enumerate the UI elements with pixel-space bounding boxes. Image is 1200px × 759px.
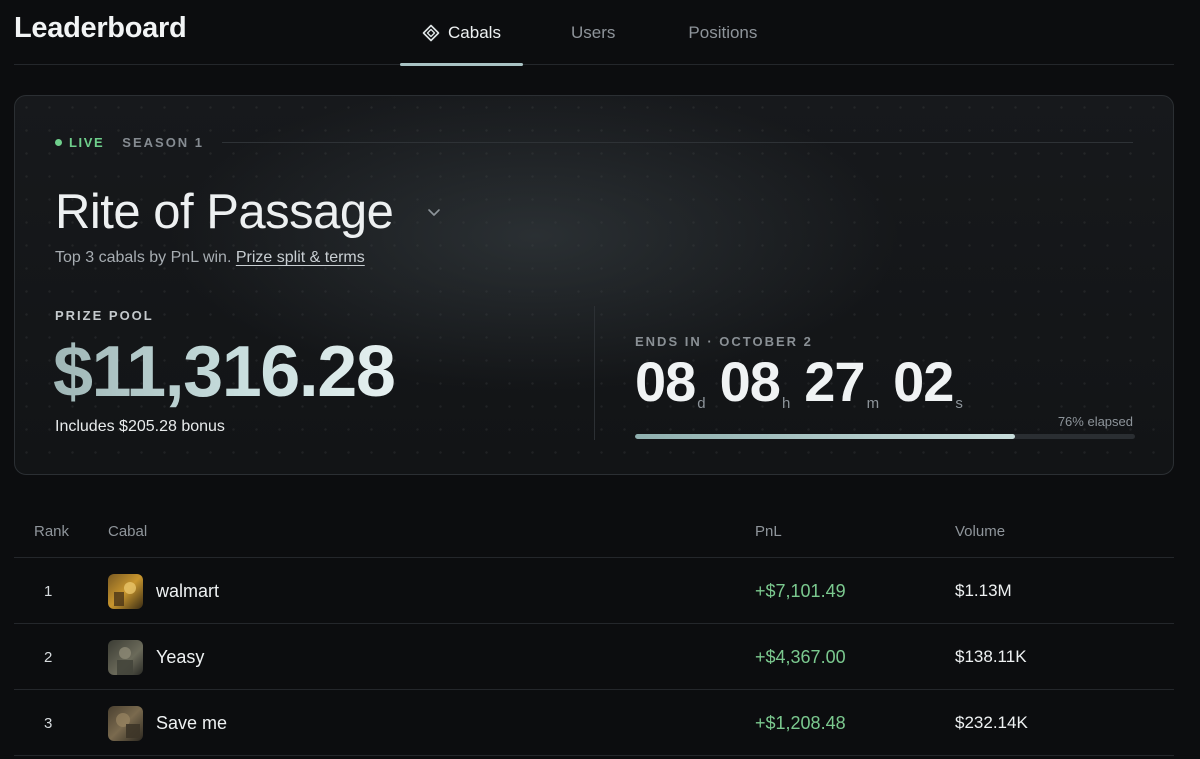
cabal-diamond-icon — [422, 24, 440, 41]
chevron-down-icon[interactable] — [426, 204, 442, 220]
table-header: Rank Cabal PnL Volume — [14, 507, 1174, 558]
countdown-hours: 08 h — [719, 350, 791, 413]
row-volume: $1.13M — [955, 581, 1012, 600]
card-divider — [594, 306, 595, 440]
table-row[interactable]: 1 walmart +$7,101.49 $1.13M — [14, 558, 1174, 624]
season-title: Rite of Passage — [55, 185, 394, 239]
season-status-row: LIVE SEASON 1 — [55, 134, 1133, 150]
countdown-minutes-unit: m — [866, 395, 880, 412]
tab-users[interactable]: Users — [571, 0, 615, 65]
season-label: SEASON 1 — [122, 134, 205, 150]
countdown-timer: 08 d 08 h 27 m 02 s — [635, 350, 977, 413]
row-rank: 3 — [44, 714, 53, 732]
column-header-cabal[interactable]: Cabal — [108, 523, 147, 540]
countdown-seconds-value: 02 — [893, 350, 954, 413]
avatar — [108, 573, 143, 609]
column-header-rank[interactable]: Rank — [34, 523, 69, 540]
row-volume: $138.11K — [955, 647, 1027, 666]
season-card: LIVE SEASON 1 Rite of Passage Top 3 caba… — [14, 95, 1174, 475]
prize-bonus: Includes $205.28 bonus — [55, 418, 225, 435]
season-subtitle: Top 3 cabals by PnL win. Prize split & t… — [55, 249, 365, 267]
tab-positions-label: Positions — [688, 22, 758, 42]
row-volume: $232.14K — [955, 713, 1028, 732]
page-title: Leaderboard — [14, 12, 187, 44]
cabal-name[interactable]: Save me — [156, 713, 227, 734]
countdown-seconds-unit: s — [955, 395, 963, 412]
row-rank: 1 — [44, 582, 53, 600]
cabal-name[interactable]: walmart — [156, 581, 219, 602]
row-rank: 2 — [44, 648, 53, 666]
leaderboard-page: Leaderboard Cabals Users Positions LIVE … — [0, 0, 1200, 759]
prize-pool-value: $11,316.28 — [53, 332, 396, 412]
row-pnl: +$1,208.48 — [755, 712, 846, 733]
countdown-minutes: 27 m — [804, 350, 880, 413]
avatar — [108, 639, 143, 675]
row-pnl: +$7,101.49 — [755, 580, 846, 601]
status-divider — [222, 141, 1133, 143]
table-row[interactable]: 2 Yeasy +$4,367.00 $138.11K — [14, 624, 1174, 690]
tab-positions[interactable]: Positions — [688, 0, 757, 65]
countdown-minutes-value: 27 — [804, 350, 865, 413]
prize-pool-label: PRIZE POOL — [55, 308, 154, 323]
avatar — [108, 705, 143, 741]
tab-cabals[interactable]: Cabals — [400, 0, 523, 66]
tab-cabals-label: Cabals — [448, 22, 501, 42]
countdown-days-value: 08 — [635, 350, 696, 413]
row-cabal: walmart — [108, 558, 219, 624]
countdown-seconds: 02 s — [893, 350, 963, 413]
column-header-pnl[interactable]: PnL — [755, 523, 782, 540]
countdown-days-unit: d — [697, 395, 706, 412]
leaderboard-table: Rank Cabal PnL Volume 1 walmart +$7,101.… — [14, 507, 1174, 756]
tab-users-label: Users — [571, 22, 616, 42]
countdown-days: 08 d — [635, 350, 706, 413]
countdown-hours-value: 08 — [719, 350, 781, 413]
row-cabal: Yeasy — [108, 624, 204, 690]
cabal-name[interactable]: Yeasy — [156, 647, 204, 668]
elapsed-label: 76% elapsed — [1057, 414, 1133, 429]
live-dot-icon — [55, 138, 62, 146]
live-badge: LIVE — [69, 134, 105, 150]
season-progress-fill — [635, 434, 1015, 439]
header: Leaderboard Cabals Users Positions — [14, 0, 1174, 66]
season-subtitle-text: Top 3 cabals by PnL win. — [55, 249, 236, 266]
countdown-hours-unit: h — [781, 395, 791, 412]
row-cabal: Save me — [108, 690, 227, 756]
prize-terms-link[interactable]: Prize split & terms — [236, 249, 365, 266]
row-pnl: +$4,367.00 — [755, 646, 846, 667]
season-progress-bar — [635, 434, 1135, 439]
tab-bar: Cabals Users Positions — [400, 0, 757, 66]
table-row[interactable]: 3 Save me +$1,208.48 $232.14K — [14, 690, 1174, 756]
ends-in-label: ENDS IN · OCTOBER 2 — [635, 334, 813, 349]
column-header-volume[interactable]: Volume — [955, 523, 1005, 540]
